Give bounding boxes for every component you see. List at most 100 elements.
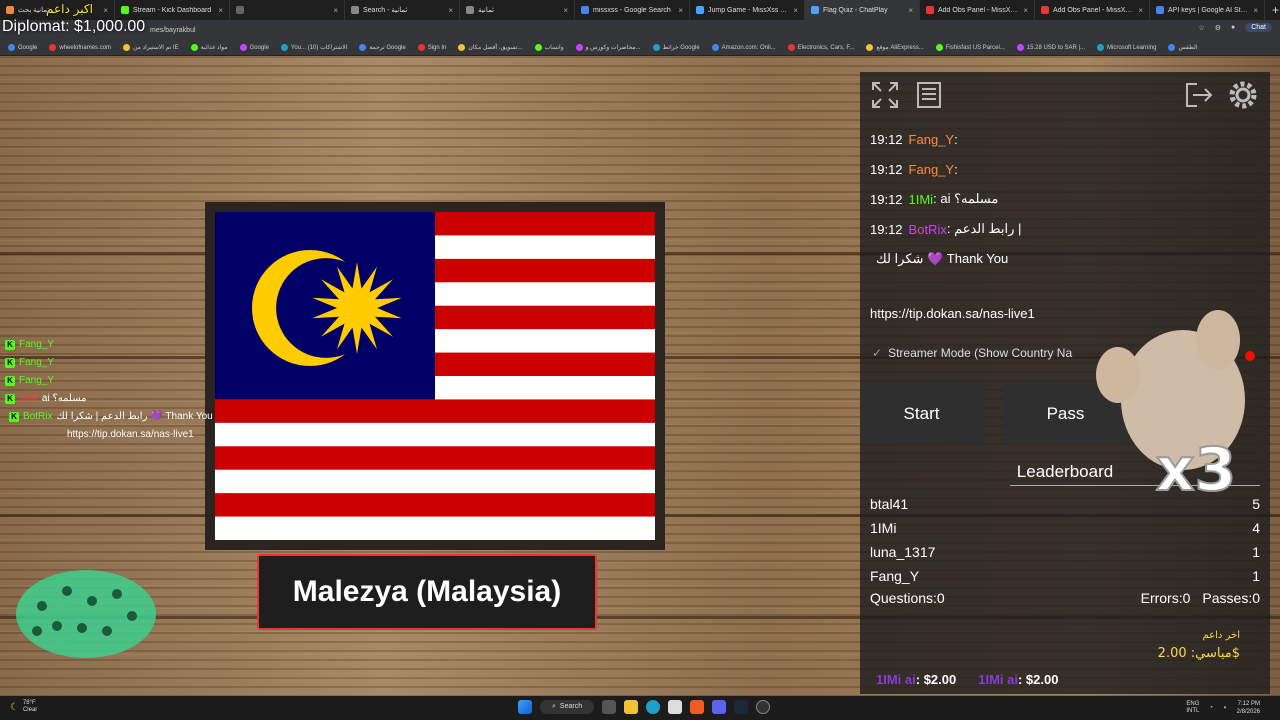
chat-message: 19:12 1IMi: ai مسلمه؟ — [870, 184, 1260, 214]
streamer-mode-toggle[interactable]: ✓ Streamer Mode (Show Country Na — [872, 346, 1072, 360]
bookmark-item[interactable]: Google — [8, 44, 37, 51]
tip-link[interactable]: https://tip.dokan.sa/nas-live1 — [870, 306, 1035, 321]
extensions-icon[interactable]: ⚙ — [1215, 24, 1221, 32]
browser-tab[interactable]: Add Obs Panel - MissXss (English × — [920, 0, 1035, 20]
obs-icon[interactable] — [756, 700, 771, 714]
flag-stripe — [215, 422, 655, 447]
bookmark-item[interactable]: محاضرات وكورس و... — [575, 44, 641, 51]
chat-message: 19:12 Fang_Y: — [870, 124, 1260, 154]
start-button[interactable]: Start — [860, 384, 983, 444]
bookmark-label: خرائط Google — [662, 45, 700, 51]
bookmark-label: You... (10) الاشتراكات — [290, 45, 348, 51]
store-icon[interactable] — [668, 700, 683, 714]
fullscreen-icon[interactable] — [868, 78, 902, 112]
tab-favicon-icon — [926, 6, 934, 14]
bookmark-item[interactable]: Microsoft Learning — [1097, 44, 1156, 51]
file-explorer-icon[interactable] — [624, 700, 639, 714]
tab-title: Add Obs Panel - MissXss (English — [938, 6, 1019, 14]
close-icon[interactable]: × — [103, 6, 108, 15]
address-bar[interactable]: mes/bayrakbul ☆ ⚙ ● Chat — [0, 20, 1280, 40]
bookmark-item[interactable]: تسويق، أفضل مكان... — [458, 44, 523, 51]
close-icon[interactable]: × — [563, 6, 568, 15]
mini-chat-user: BotRix — [23, 411, 53, 422]
tab-favicon-icon — [236, 6, 244, 14]
discord-icon[interactable] — [712, 700, 727, 714]
volume-icon[interactable]: ◖ — [1223, 705, 1227, 711]
browser-tab[interactable]: Search - ثمانية × — [345, 0, 460, 20]
weather-widget[interactable]: ☾ 78°F Clear — [10, 700, 37, 714]
top-supporter-label: اكبر داعم — [46, 2, 93, 16]
flag-stripe — [215, 446, 655, 471]
tab-favicon-icon — [6, 6, 14, 14]
bookmark-item[interactable]: واتساب — [534, 44, 564, 51]
star-icon[interactable]: ☆ — [1198, 24, 1204, 32]
close-icon[interactable]: × — [1253, 6, 1258, 15]
bookmark-item[interactable]: You... (10) الاشتراكات — [280, 44, 348, 51]
flag-stripe — [215, 516, 655, 540]
close-icon[interactable]: × — [908, 6, 913, 15]
brave-icon[interactable] — [690, 700, 705, 714]
browser-tab[interactable]: Flag Quiz - ChatPlay × — [805, 0, 920, 20]
browser-tab[interactable]: API keys | Google AI Studio × — [1150, 0, 1265, 20]
close-icon[interactable]: × — [793, 6, 798, 15]
bookmark-item[interactable]: مواد غذائية — [190, 44, 228, 51]
tab-title: Stream - Kick Dashboard — [133, 6, 212, 14]
chat-button[interactable]: Chat — [1245, 23, 1272, 32]
wifi-icon[interactable]: ◔ — [1209, 705, 1213, 711]
browser-tab[interactable]: Add Obs Panel - MissXss (English × — [1035, 0, 1150, 20]
gear-icon[interactable] — [1226, 78, 1260, 112]
answer-box: Malezya (Malaysia) — [257, 554, 597, 630]
browser-tab[interactable]: × — [230, 0, 345, 20]
chat-time: 19:12 — [870, 161, 903, 177]
close-icon[interactable]: × — [678, 6, 683, 15]
leaderboard-name: 1IMi — [870, 520, 897, 536]
exit-icon[interactable] — [1182, 78, 1216, 112]
edge-icon[interactable] — [646, 700, 661, 714]
profile-icon[interactable]: ● — [1231, 24, 1235, 31]
close-icon[interactable]: × — [218, 6, 223, 15]
bookmark-item[interactable]: wheelofnames.com — [49, 44, 111, 51]
close-icon[interactable]: × — [1138, 6, 1143, 15]
steam-icon[interactable] — [734, 700, 749, 714]
bookmark-item[interactable]: تم الاستيراد من IE — [123, 44, 179, 51]
bookmark-item[interactable]: Amazon.com: Onli... — [711, 44, 776, 51]
check-icon[interactable]: ✓ — [872, 346, 882, 360]
bookmark-icon — [652, 44, 660, 51]
kick-icon: K — [5, 376, 15, 386]
leaderboard-row: luna_1317 1 — [870, 540, 1260, 564]
chat-text: شكرا لك 💜 Thank You — [876, 251, 1009, 266]
lang-indicator[interactable]: ENG — [1186, 701, 1199, 707]
leaderboard-score: 4 — [1252, 520, 1260, 536]
close-icon[interactable]: × — [333, 6, 338, 15]
bookmark-item[interactable]: الطقس — [1168, 44, 1198, 51]
bookmark-item[interactable]: خرائط Google — [652, 44, 700, 51]
bookmark-icon — [711, 44, 719, 51]
bookmark-icon — [1097, 44, 1105, 51]
browser-tab[interactable]: missxss - Google Search × — [575, 0, 690, 20]
bookmark-item[interactable]: Sign In — [417, 44, 446, 51]
windows-start-icon[interactable] — [518, 700, 532, 714]
task-view-icon[interactable] — [602, 700, 617, 714]
bookmark-item[interactable]: Electronics, Cars, F... — [787, 44, 854, 51]
mini-chat-user: 1IMi — [19, 393, 38, 404]
new-tab-button[interactable]: + — [1265, 0, 1280, 20]
bookmark-item[interactable]: موقع AliExpress... — [866, 44, 924, 51]
browser-tab[interactable]: ثمانية × — [460, 0, 575, 20]
bookmark-item[interactable]: Google — [239, 44, 269, 51]
chat-message: 19:12 BotRix: رابط الدعم | — [870, 214, 1260, 244]
mini-chat-row: K 1IMi ai مسلمه؟ — [5, 390, 213, 408]
bookmark-label: تم الاستيراد من IE — [133, 45, 179, 51]
browser-tab[interactable]: Jump Game - MissXss AI Bot Sy × — [690, 0, 805, 20]
url-text[interactable]: mes/bayrakbul — [150, 27, 196, 34]
browser-tab[interactable]: Stream - Kick Dashboard × — [115, 0, 230, 20]
close-icon[interactable]: × — [1023, 6, 1028, 15]
bookmark-item[interactable]: Fishisfast US Parcel... — [935, 44, 1005, 51]
clock[interactable]: 7:12 PM 2/8/2026 — [1237, 700, 1260, 716]
taskbar-search[interactable]: ⌕ Search — [540, 700, 595, 714]
close-icon[interactable]: × — [448, 6, 453, 15]
bookmark-item[interactable]: 15.28 USD to SAR |... — [1016, 44, 1085, 51]
bookmark-label: Google — [249, 44, 269, 51]
notes-icon[interactable] — [912, 78, 946, 112]
search-icon: ⌕ — [552, 703, 556, 710]
bookmark-item[interactable]: ترجمة Google — [359, 44, 406, 51]
